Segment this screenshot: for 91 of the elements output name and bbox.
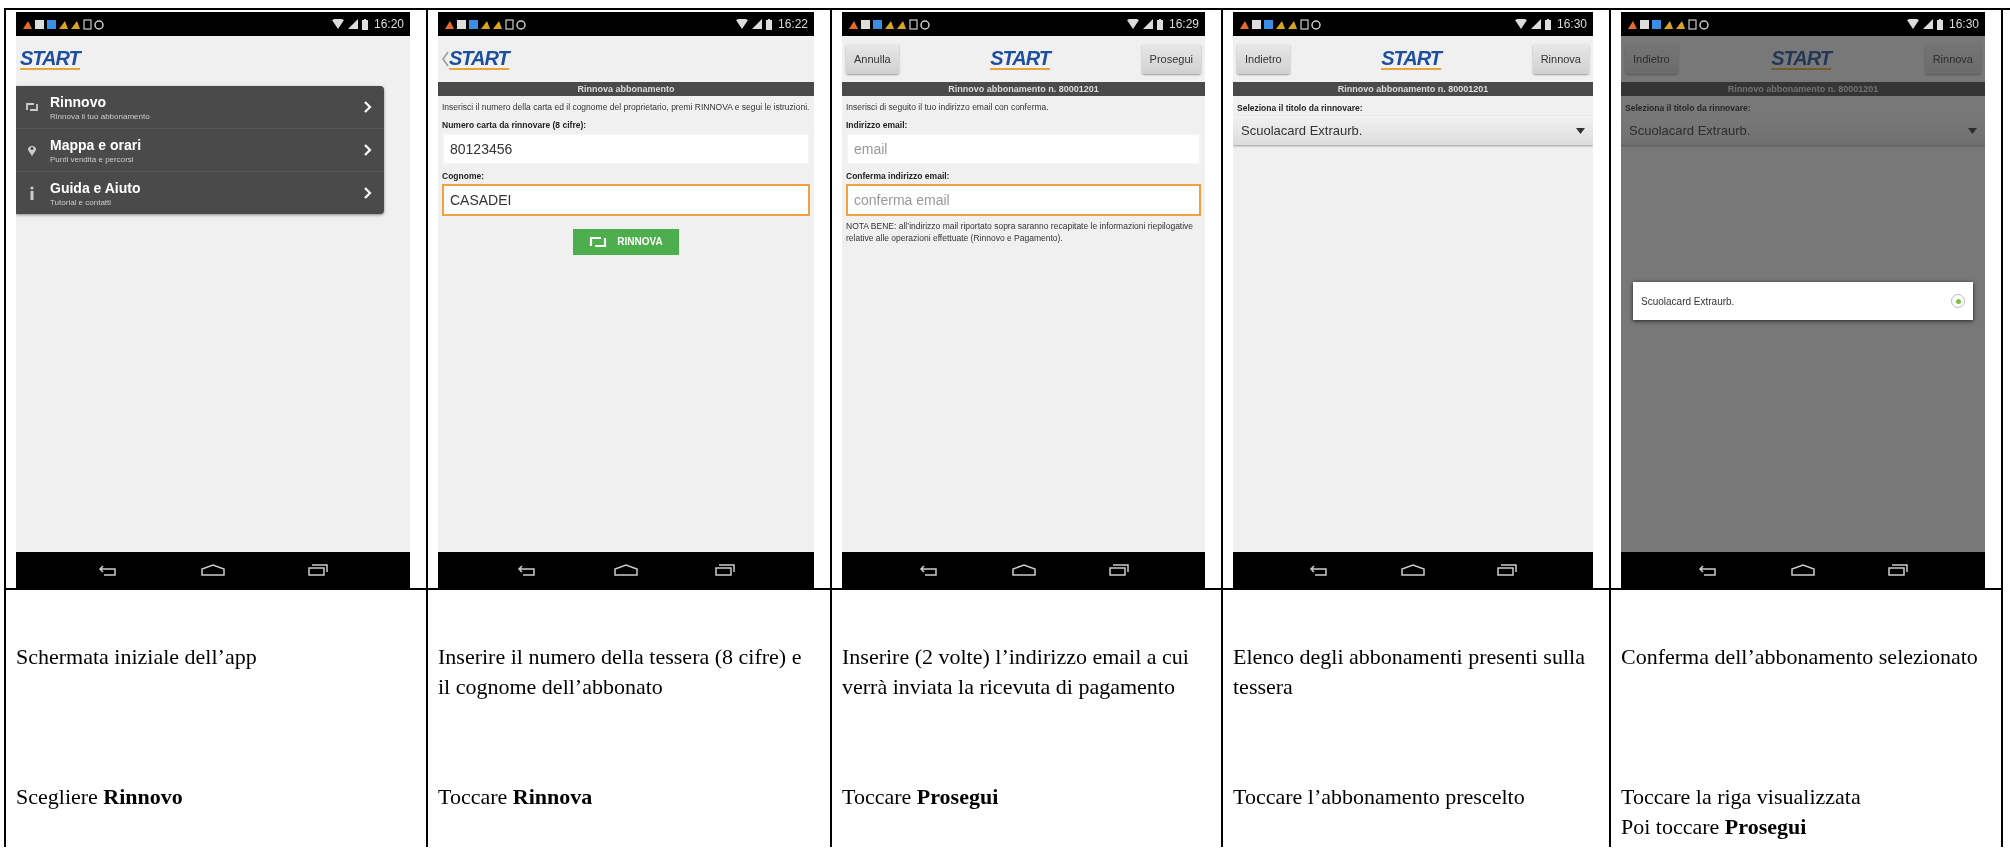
signal-icon (1530, 19, 1541, 29)
back-icon[interactable] (97, 564, 118, 576)
status-time: 16:20 (373, 17, 404, 31)
field-label: Numero carta da rinnovare (8 cifre): (442, 119, 588, 130)
header-button[interactable]: Rinnova (1532, 44, 1589, 74)
status-time: 16:30 (1948, 17, 1979, 31)
menu-item-subtitle: Tutorial e contatti (50, 197, 113, 207)
wifi-icon (735, 19, 748, 29)
battery-icon (1936, 18, 1943, 30)
home-icon[interactable] (1401, 564, 1425, 576)
signal-icon (1922, 19, 1933, 29)
signal-icon (1142, 19, 1153, 29)
signal-icon (751, 19, 762, 29)
status-time: 16:22 (777, 17, 808, 31)
field-label: Seleziona il titolo da rinnovare: (1237, 103, 1364, 113)
back-icon[interactable] (918, 564, 939, 576)
step-action: Toccare Prosegui (842, 783, 1000, 811)
header-button[interactable]: Annulla (846, 44, 899, 74)
renew-arrows-icon (25, 102, 39, 112)
dropdown-caret-icon (1968, 127, 1977, 134)
instruction-text: Inserisci di seguito il tuo indirizzo email con conferma. (846, 102, 1050, 114)
menu-item-title: Mappa e orari (50, 136, 143, 153)
chevron-right-icon (364, 144, 372, 156)
step-action: Poi toccare Prosegui (1621, 813, 1808, 841)
battery-icon (765, 18, 772, 30)
step-description: Inserire il numero della tessera (8 cifre) e il cognome dell’abbonato (438, 643, 803, 701)
wifi-icon (1126, 19, 1139, 29)
home-icon[interactable] (614, 564, 638, 576)
back-icon[interactable] (1309, 564, 1329, 576)
renew-arrows-icon (589, 235, 608, 248)
recent-apps-icon[interactable] (1888, 564, 1909, 576)
field-label: Conferma indirizzo email: (846, 170, 951, 181)
menu-item-subtitle: Rinnova il tuo abbonamento (50, 111, 151, 121)
dropdown[interactable]: Scuolacard Extraurb. (1233, 116, 1593, 145)
signal-icon (347, 19, 358, 29)
input-field[interactable]: conferma email (846, 183, 1201, 216)
map-pin-icon (27, 144, 37, 156)
wifi-icon (1514, 19, 1527, 29)
step-action: Scegliere Rinnovo (16, 783, 184, 811)
app-logo: START (1771, 48, 1832, 70)
header-button[interactable]: Indietro (1237, 44, 1290, 74)
step-action: Toccare l’abbonamento prescelto (1233, 783, 1526, 811)
field-label: Cognome: (442, 170, 486, 181)
app-logo: START (1381, 48, 1442, 70)
back-icon[interactable] (516, 564, 537, 576)
step-action: Toccare Rinnova (438, 783, 594, 811)
battery-icon (361, 18, 368, 30)
app-logo: START (20, 48, 80, 70)
home-icon[interactable] (201, 564, 225, 576)
menu-item[interactable]: Mappa e orari Punti vendita e percorsi (16, 129, 384, 172)
info-icon (29, 186, 35, 200)
status-time: 16:29 (1168, 17, 1199, 31)
menu-item[interactable]: Guida e Aiuto Tutorial e contatti (16, 172, 384, 214)
input-field[interactable]: 80123456 (442, 132, 810, 165)
instruction-text: NOTA BENE: all’indirizzo mail riportato sopra saranno recapitate le informazioni riepilogative relative alle operazioni effettuate (Rinnovo e Pagamento). (846, 220, 1195, 245)
field-label: Indirizzo email: (846, 119, 909, 130)
recent-apps-icon[interactable] (715, 564, 736, 576)
step-description: Inserire (2 volte) l’indirizzo email a cui verrà inviata la ricevuta di pagamento (842, 643, 1190, 701)
title-bar: Rinnovo abbonamento n. 80001201 (1233, 82, 1593, 96)
header-button[interactable]: Prosegui (1141, 44, 1201, 74)
chevron-right-icon (364, 101, 372, 113)
dropdown-caret-icon (1576, 127, 1585, 134)
wifi-icon (1906, 19, 1919, 29)
recent-apps-icon[interactable] (1108, 564, 1129, 576)
battery-icon (1156, 18, 1163, 30)
step-description: Conferma dell’abbonamento selezionato (1621, 643, 1979, 671)
step-action: Toccare la riga visualizzata (1621, 783, 1862, 811)
dialog-option[interactable]: Scuolacard Extraurb. (1633, 282, 1973, 320)
menu-item-title: Guida e Aiuto (50, 179, 142, 196)
title-bar: Rinnovo abbonamento n. 80001201 (1621, 82, 1985, 96)
status-time: 16:30 (1556, 17, 1587, 31)
input-field[interactable]: CASADEI (442, 183, 810, 216)
recent-apps-icon[interactable] (308, 564, 329, 576)
step-description: Schermata iniziale dell’app (16, 643, 258, 671)
back-icon[interactable] (1697, 564, 1718, 576)
app-logo: START (990, 48, 1051, 70)
title-bar: Rinnovo abbonamento n. 80001201 (842, 82, 1205, 96)
title-bar: Rinnova abbonamento (438, 82, 814, 96)
app-logo: START (449, 48, 509, 70)
field-label: Seleziona il titolo da rinnovare: (1625, 103, 1752, 113)
menu-item-title: Rinnovo (50, 93, 107, 110)
menu-item[interactable]: Rinnovo Rinnova il tuo abbonamento (16, 86, 384, 129)
wifi-icon (331, 19, 344, 29)
recent-apps-icon[interactable] (1497, 564, 1517, 576)
chevron-right-icon (364, 187, 372, 199)
home-icon[interactable] (1791, 564, 1815, 576)
instruction-text: Inserisci il numero della carta ed il cognome del proprietario, premi RINNOVA e segui le istruzioni. (442, 102, 810, 114)
home-icon[interactable] (1011, 564, 1036, 576)
battery-icon (1544, 18, 1551, 30)
menu-item-subtitle: Punti vendita e percorsi (50, 154, 135, 164)
step-description: Elenco degli abbonamenti presenti sulla tessera (1233, 643, 1586, 701)
